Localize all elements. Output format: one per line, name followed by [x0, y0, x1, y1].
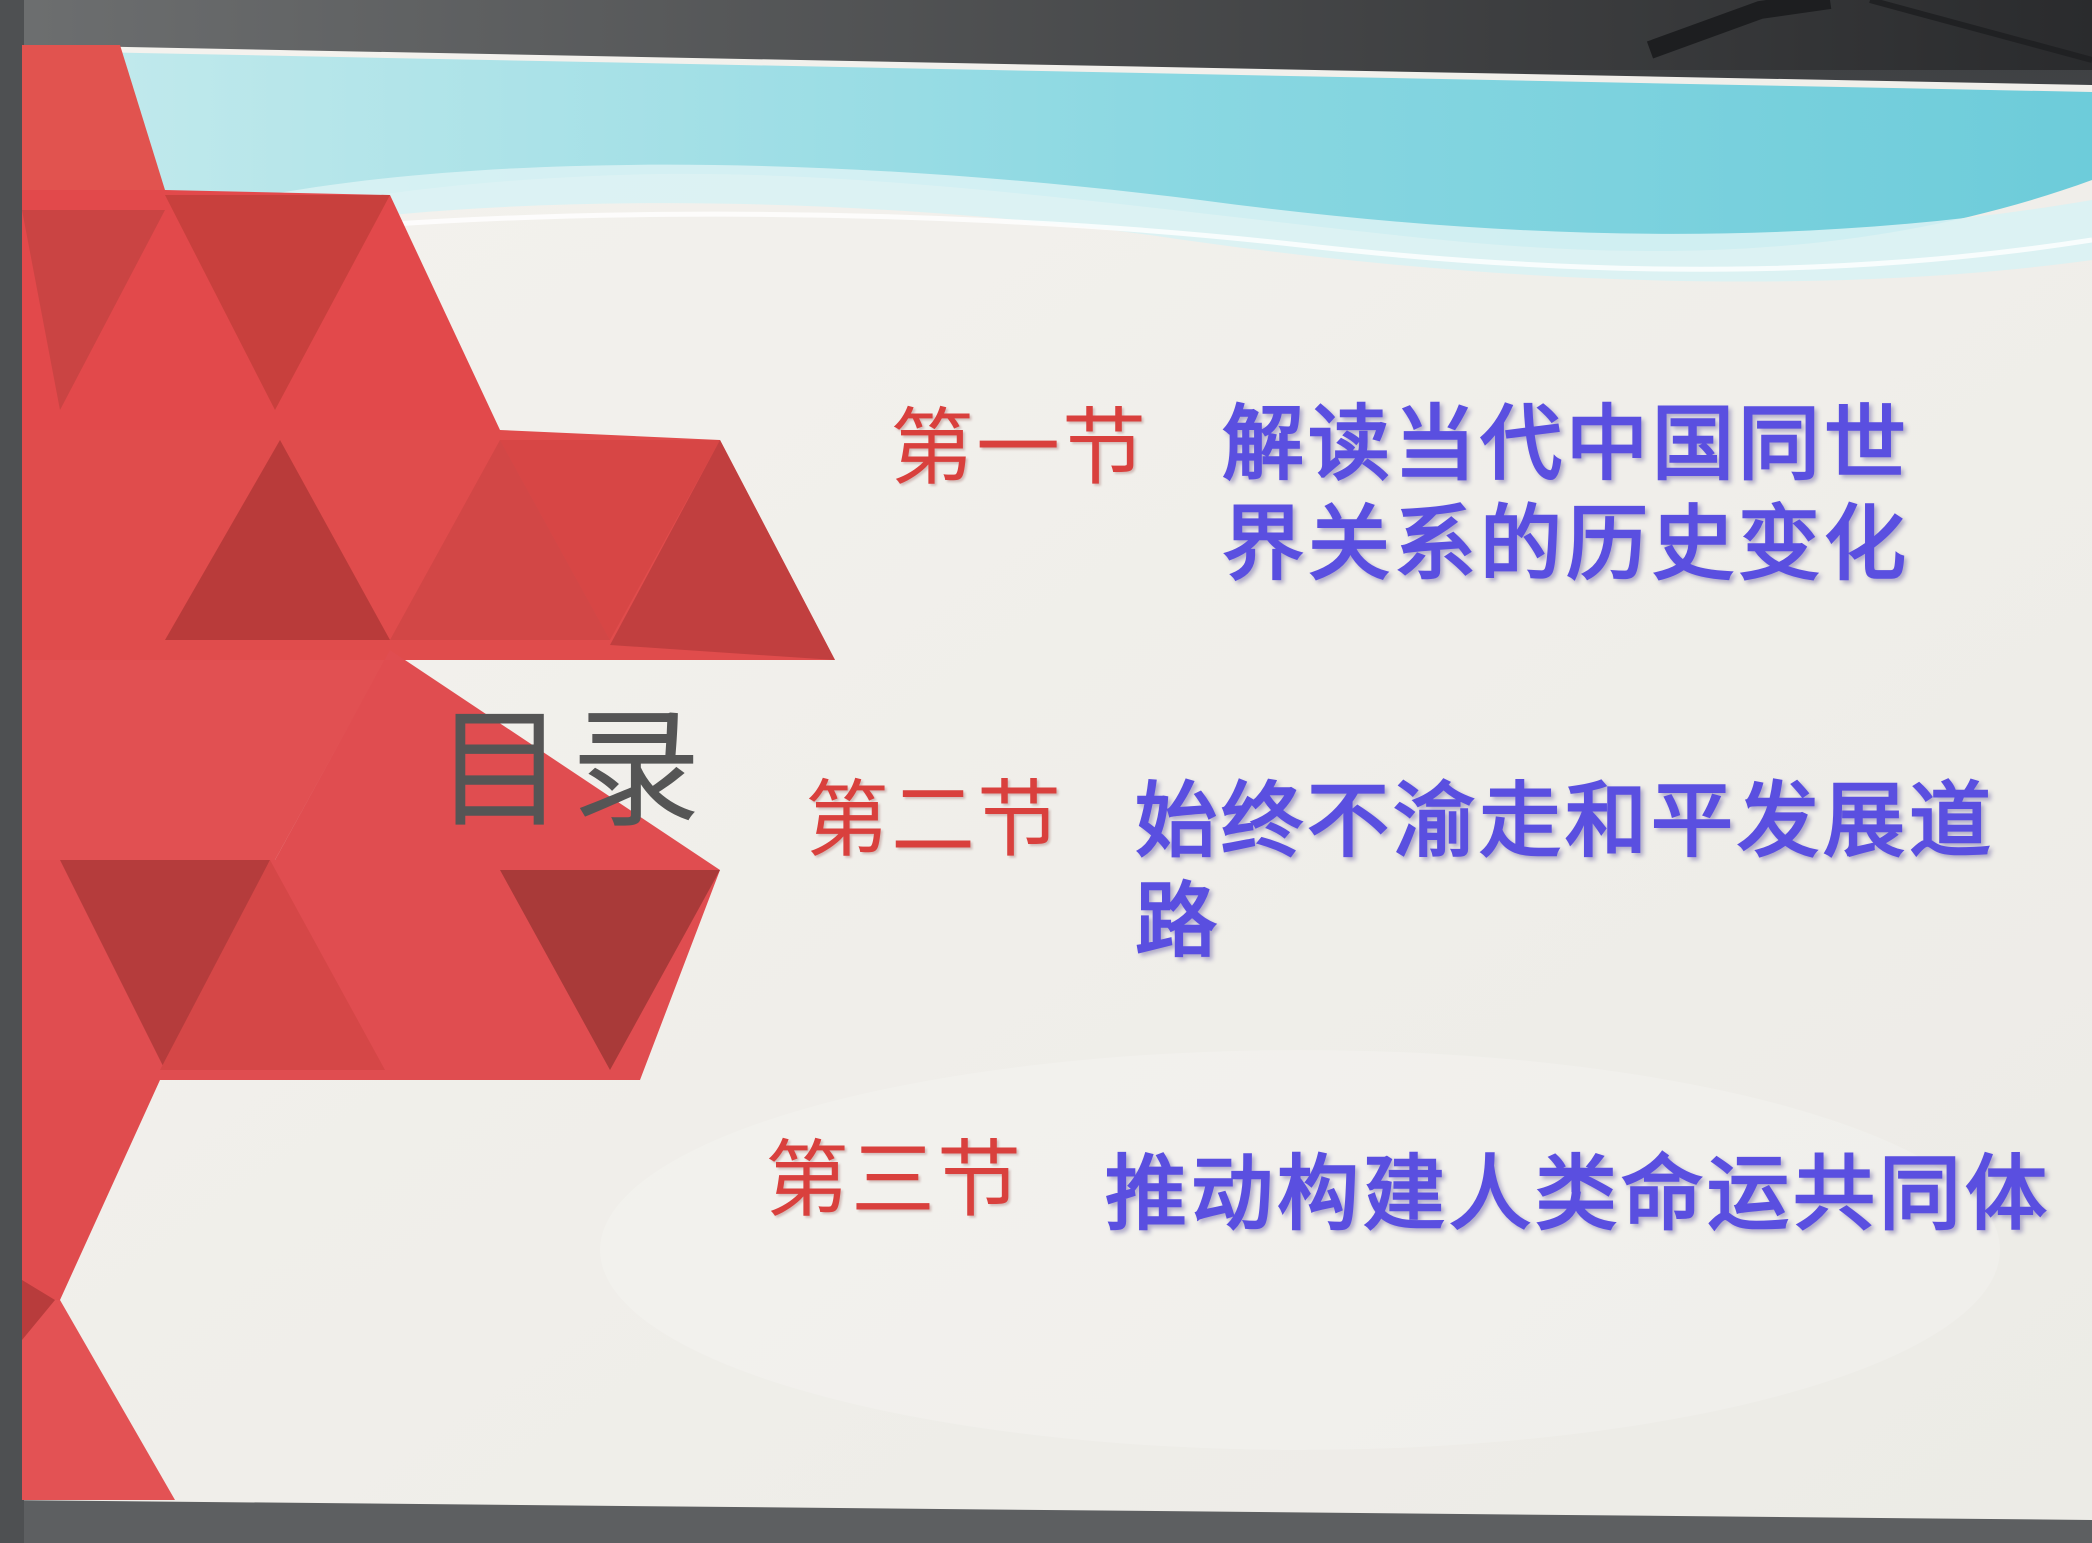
photo-frame: 目录 第一节 解读当代中国同世界关系的历史变化 第二节 始终不渝走和平发展道路 … [0, 0, 2092, 1543]
section-1-title: 解读当代中国同世界关系的历史变化 [1222, 397, 1911, 592]
section-2-title: 始终不渝走和平发展道路 [1135, 774, 1996, 969]
projection-screen: 目录 第一节 解读当代中国同世界关系的历史变化 第二节 始终不渝走和平发展道路 … [0, 0, 2092, 1543]
slide-title: 目录 [435, 694, 708, 846]
section-3-label: 第三节 [765, 1131, 1024, 1229]
section-2-label: 第二节 [805, 771, 1064, 869]
section-3-title: 推动构建人类命运共同体 [1105, 1147, 2052, 1242]
section-1-label: 第一节 [890, 399, 1149, 497]
